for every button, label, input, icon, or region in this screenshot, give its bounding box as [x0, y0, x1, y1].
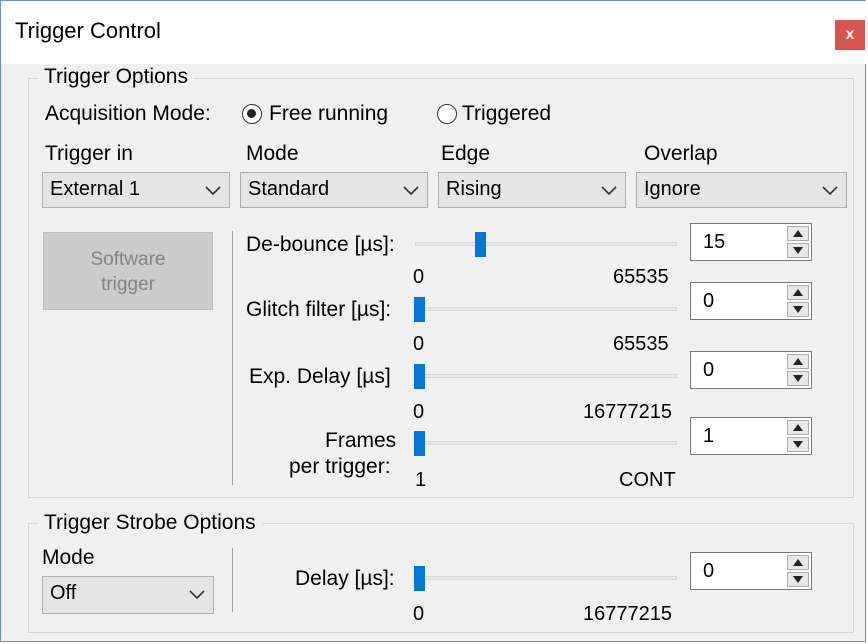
frames-per-trigger-label-line1: Frames: [325, 429, 397, 452]
strobe-delay-spin-buttons: [787, 555, 809, 587]
radio-free-running-label[interactable]: Free running: [269, 102, 388, 126]
radio-triggered-label[interactable]: Triggered: [462, 102, 551, 126]
exp-delay-spin-down[interactable]: [787, 371, 809, 386]
exp-delay-slider-track[interactable]: [415, 374, 677, 378]
strobe-vertical-separator: [232, 548, 233, 612]
debounce-spin-down[interactable]: [787, 243, 809, 258]
strobe-options-legend: Trigger Strobe Options: [38, 511, 262, 535]
strobe-mode-label: Mode: [42, 546, 95, 569]
overlap-value: Ignore: [644, 178, 701, 200]
strobe-delay-max: 16777215: [583, 603, 672, 625]
frames-per-trigger-value[interactable]: 1: [703, 425, 714, 448]
glitch-filter-spinbox[interactable]: 0: [690, 282, 812, 320]
triangle-up-icon: [793, 230, 803, 237]
chevron-down-icon: [189, 590, 205, 600]
chevron-down-icon: [205, 186, 221, 196]
strobe-delay-spin-up[interactable]: [787, 555, 809, 570]
chevron-down-icon: [822, 186, 838, 196]
frames-per-trigger-min: 1: [415, 469, 427, 491]
glitch-filter-min: 0: [413, 333, 425, 355]
trigger-in-dropdown[interactable]: External 1: [42, 172, 230, 208]
debounce-min: 0: [413, 266, 425, 288]
close-button[interactable]: x: [835, 20, 865, 50]
frames-per-trigger-label-line2: per trigger:: [289, 455, 391, 478]
vertical-separator: [232, 231, 233, 485]
software-trigger-label-line2: trigger: [101, 274, 155, 295]
glitch-filter-slider-thumb[interactable]: [414, 297, 425, 322]
glitch-filter-spin-up[interactable]: [787, 285, 809, 300]
strobe-delay-value[interactable]: 0: [703, 560, 714, 583]
triangle-up-icon: [793, 358, 803, 365]
overlap-label: Overlap: [644, 142, 718, 165]
debounce-value[interactable]: 15: [703, 231, 725, 254]
frames-per-trigger-spin-up[interactable]: [787, 420, 809, 435]
triangle-down-icon: [793, 576, 803, 583]
strobe-delay-min: 0: [413, 603, 425, 625]
debounce-slider-thumb[interactable]: [475, 232, 486, 257]
frames-per-trigger-spinbox[interactable]: 1: [690, 417, 812, 455]
debounce-spin-up[interactable]: [787, 226, 809, 241]
debounce-spinbox[interactable]: 15: [690, 223, 812, 261]
edge-dropdown[interactable]: Rising: [438, 172, 626, 208]
strobe-mode-dropdown[interactable]: Off: [42, 576, 214, 614]
exp-delay-spin-buttons: [787, 354, 809, 386]
strobe-delay-label: Delay [µs]:: [295, 567, 395, 590]
exp-delay-max: 16777215: [583, 401, 672, 423]
triangle-down-icon: [793, 441, 803, 448]
strobe-delay-spin-down[interactable]: [787, 572, 809, 587]
exp-delay-slider-thumb[interactable]: [414, 364, 425, 389]
trigger-in-value: External 1: [50, 178, 141, 200]
glitch-filter-label: Glitch filter [µs]:: [246, 298, 392, 321]
mode-label: Mode: [246, 142, 299, 165]
frames-per-trigger-max: CONT: [619, 469, 676, 491]
exp-delay-label: Exp. Delay [µs]: [249, 365, 391, 388]
edge-label: Edge: [441, 142, 491, 165]
triangle-up-icon: [793, 289, 803, 296]
frames-per-trigger-spin-down[interactable]: [787, 437, 809, 452]
triangle-down-icon: [793, 247, 803, 254]
strobe-mode-value: Off: [50, 582, 77, 604]
exp-delay-min: 0: [413, 401, 425, 423]
frames-per-trigger-slider-track[interactable]: [415, 441, 677, 445]
trigger-in-label: Trigger in: [45, 142, 133, 165]
debounce-slider-track[interactable]: [415, 242, 677, 246]
edge-value: Rising: [446, 178, 502, 200]
strobe-delay-slider-thumb[interactable]: [414, 566, 425, 591]
triangle-up-icon: [793, 424, 803, 431]
exp-delay-spinbox[interactable]: 0: [690, 351, 812, 389]
radio-free-running[interactable]: [242, 104, 262, 124]
triangle-up-icon: [793, 559, 803, 566]
debounce-spin-buttons: [787, 226, 809, 258]
exp-delay-value[interactable]: 0: [703, 359, 714, 382]
debounce-max: 65535: [613, 266, 669, 288]
glitch-filter-spin-buttons: [787, 285, 809, 317]
debounce-label: De-bounce [µs]:: [246, 233, 395, 256]
strobe-delay-slider-track[interactable]: [415, 576, 677, 580]
exp-delay-spin-up[interactable]: [787, 354, 809, 369]
overlap-dropdown[interactable]: Ignore: [636, 172, 847, 208]
trigger-options-legend: Trigger Options: [38, 65, 194, 89]
triangle-down-icon: [793, 306, 803, 313]
software-trigger-button[interactable]: Software trigger: [43, 232, 213, 310]
chevron-down-icon: [601, 186, 617, 196]
triangle-down-icon: [793, 375, 803, 382]
frames-per-trigger-spin-buttons: [787, 420, 809, 452]
chevron-down-icon: [403, 186, 419, 196]
strobe-delay-spinbox[interactable]: 0: [690, 552, 812, 590]
glitch-filter-spin-down[interactable]: [787, 302, 809, 317]
mode-value: Standard: [248, 178, 330, 200]
window-title: Trigger Control: [15, 18, 161, 43]
mode-dropdown[interactable]: Standard: [240, 172, 428, 208]
acquisition-mode-label: Acquisition Mode:: [45, 102, 211, 125]
trigger-control-window: Trigger Control x Trigger Options Acquis…: [0, 0, 867, 642]
radio-triggered[interactable]: [437, 104, 457, 124]
title-bar: Trigger Control x: [1, 1, 867, 64]
software-trigger-label-line1: Software: [90, 249, 166, 270]
frames-per-trigger-slider-thumb[interactable]: [414, 431, 425, 456]
glitch-filter-max: 65535: [613, 333, 669, 355]
glitch-filter-slider-track[interactable]: [415, 307, 677, 311]
glitch-filter-value[interactable]: 0: [703, 290, 714, 313]
